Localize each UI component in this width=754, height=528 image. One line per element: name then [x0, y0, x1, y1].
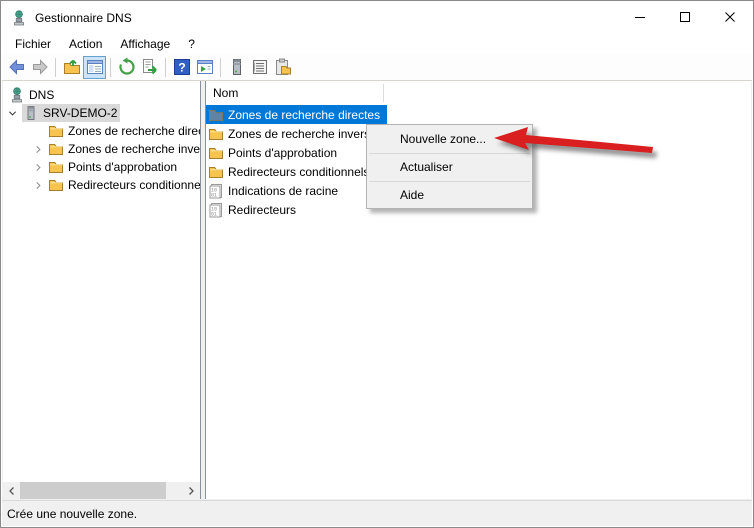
context-menu-item-nouvelle-zone[interactable]: Nouvelle zone...: [367, 125, 532, 153]
svg-text:?: ?: [178, 61, 185, 75]
list-item-label: Indications de racine: [228, 184, 338, 198]
tree-item-label: Redirecteurs conditionnels: [68, 178, 201, 192]
toolbar-separator: [220, 58, 221, 77]
binary-data-icon: 10 01: [208, 183, 224, 199]
binary-data-icon: 10 01: [208, 202, 224, 218]
svg-text:01: 01: [211, 192, 217, 198]
close-icon: [724, 11, 736, 23]
list-item-label: Points d'approbation: [228, 146, 337, 160]
title-bar: Gestionnaire DNS: [2, 2, 752, 33]
tree-item-dns-root[interactable]: DNS: [3, 86, 200, 104]
server-icon: [227, 57, 247, 77]
help-button[interactable]: ?: [170, 56, 193, 79]
chevron-right-icon[interactable]: [33, 162, 44, 173]
clipboard-icon: [273, 57, 293, 77]
server-tool-button[interactable]: [225, 56, 248, 79]
folder-icon: [48, 159, 64, 175]
folder-icon: [208, 145, 224, 161]
column-header-nom[interactable]: Nom: [206, 81, 751, 105]
tree-item-label: Zones de recherche inversée: [68, 142, 201, 156]
forward-button[interactable]: [28, 56, 51, 79]
refresh-icon: [117, 57, 137, 77]
menu-fichier[interactable]: Fichier: [6, 35, 60, 53]
dns-manager-window: Gestionnaire DNS Fichier Action Affichag…: [0, 0, 754, 528]
console-window-button[interactable]: [193, 56, 216, 79]
tree-item-label: Points d'approbation: [68, 160, 177, 174]
show-console-tree-icon: [85, 57, 105, 77]
scroll-left-arrow[interactable]: [3, 482, 20, 499]
tree-item-reverse-zones[interactable]: Zones de recherche inversée: [3, 140, 200, 158]
list-item-label: Zones de recherche inversée: [228, 127, 383, 141]
svg-text:01: 01: [211, 211, 217, 217]
list-item-label: Redirecteurs: [228, 203, 296, 217]
chevron-right-icon[interactable]: [33, 144, 44, 155]
minimize-button[interactable]: [617, 2, 662, 32]
folder-icon: [208, 164, 224, 180]
export-list-icon: [140, 57, 160, 77]
scrollbar-thumb[interactable]: [20, 482, 166, 499]
window-controls: [617, 2, 752, 32]
tree-item-label: SRV-DEMO-2: [43, 106, 117, 120]
notes-button[interactable]: [248, 56, 271, 79]
menu-bar: Fichier Action Affichage ?: [2, 33, 752, 54]
maximize-button[interactable]: [662, 2, 707, 32]
list-item-label: Redirecteurs conditionnels: [228, 165, 369, 179]
scroll-right-arrow[interactable]: [182, 482, 199, 499]
status-text: Crée une nouvelle zone.: [7, 507, 137, 521]
server-icon: [23, 105, 39, 121]
tree-item-label: Zones de recherche directes: [68, 124, 201, 138]
menu-help[interactable]: ?: [179, 35, 204, 53]
folder-icon: [48, 177, 64, 193]
tree-selection-highlight: SRV-DEMO-2: [22, 104, 120, 122]
window-title: Gestionnaire DNS: [35, 11, 132, 25]
notes-icon: [250, 57, 270, 77]
minimize-icon: [634, 11, 646, 23]
forward-icon: [30, 57, 50, 77]
back-button[interactable]: [5, 56, 28, 79]
context-menu-item-aide[interactable]: Aide: [367, 182, 532, 208]
tree-item-trust-points[interactable]: Points d'approbation: [3, 158, 200, 176]
folder-icon: [208, 126, 224, 142]
tree-item-label: DNS: [29, 88, 54, 102]
folder-selected-icon: [208, 107, 224, 123]
toolbar-separator: [165, 58, 166, 77]
console-window-icon: [195, 57, 215, 77]
tree-item-server[interactable]: SRV-DEMO-2: [3, 104, 200, 122]
toolbar-separator: [55, 58, 56, 77]
folder-icon: [48, 123, 64, 139]
maximize-icon: [679, 11, 691, 23]
horizontal-scrollbar[interactable]: [3, 482, 200, 499]
toolbar: ?: [2, 54, 752, 81]
close-button[interactable]: [707, 2, 752, 32]
menu-affichage[interactable]: Affichage: [111, 35, 179, 53]
chevron-down-icon[interactable]: [7, 108, 18, 119]
context-menu-item-actualiser[interactable]: Actualiser: [367, 154, 532, 182]
clipboard-button[interactable]: [271, 56, 294, 79]
chevron-right-icon[interactable]: [33, 180, 44, 191]
tree-item-forward-zones[interactable]: Zones de recherche directes: [3, 122, 200, 140]
toolbar-separator: [110, 58, 111, 77]
up-level-button[interactable]: [60, 56, 83, 79]
up-level-icon: [62, 57, 82, 77]
folder-icon: [48, 141, 64, 157]
refresh-button[interactable]: [115, 56, 138, 79]
status-bar: Crée une nouvelle zone.: [2, 500, 752, 526]
column-divider[interactable]: [383, 84, 384, 102]
list-item-forward-zones[interactable]: Zones de recherche directes: [206, 105, 387, 124]
dns-root-icon: [9, 87, 25, 103]
tree-item-conditional-forwarders[interactable]: Redirecteurs conditionnels: [3, 176, 200, 194]
dns-app-icon: [11, 10, 27, 26]
menu-action[interactable]: Action: [60, 35, 111, 53]
export-list-button[interactable]: [138, 56, 161, 79]
context-menu: Nouvelle zone... Actualiser Aide: [366, 124, 533, 209]
list-item-label: Zones de recherche directes: [228, 108, 380, 122]
console-tree-pane: DNS SRV-DEMO-2: [3, 81, 201, 499]
help-icon: ?: [172, 57, 192, 77]
show-console-tree-button[interactable]: [83, 56, 106, 79]
back-icon: [7, 57, 27, 77]
